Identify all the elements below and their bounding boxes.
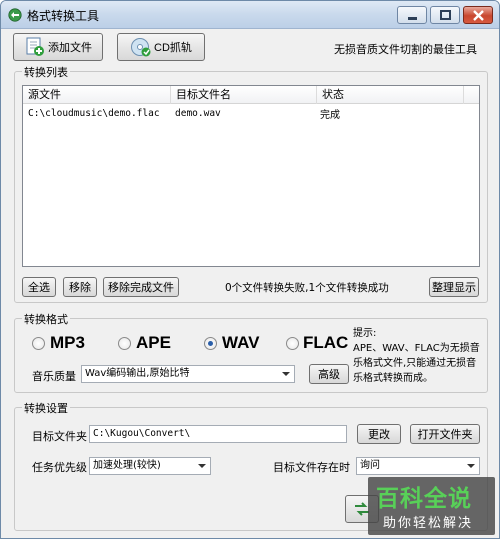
add-file-button[interactable]: 添加文件 bbox=[13, 33, 103, 61]
add-file-icon bbox=[26, 37, 44, 56]
cd-disc-icon bbox=[131, 38, 151, 57]
title-bar[interactable]: 格式转换工具 bbox=[1, 1, 499, 29]
quality-select[interactable]: Wav编码输出,原始比特 bbox=[81, 365, 295, 383]
open-folder-button[interactable]: 打开文件夹 bbox=[410, 424, 480, 444]
remove-completed-button[interactable]: 移除完成文件 bbox=[103, 277, 179, 297]
mp3-radio[interactable] bbox=[32, 337, 45, 350]
minimize-button[interactable] bbox=[397, 6, 427, 24]
cd-rip-button[interactable]: CD抓轨 bbox=[117, 33, 205, 61]
watermark-overlay: 百科全说 助你轻松解决 bbox=[368, 477, 495, 535]
watermark-sub-text: 助你轻松解决 bbox=[383, 516, 474, 531]
close-button[interactable] bbox=[463, 6, 493, 24]
wav-radio[interactable] bbox=[204, 337, 217, 350]
cd-rip-label: CD抓轨 bbox=[154, 42, 192, 54]
target-folder-label: 目标文件夹 bbox=[32, 430, 87, 443]
chevron-down-icon bbox=[198, 464, 206, 468]
change-folder-button[interactable]: 更改 bbox=[357, 424, 401, 444]
maximize-button[interactable] bbox=[430, 6, 460, 24]
watermark-main-text: 百科全说 bbox=[376, 486, 472, 512]
row-status: 完成 bbox=[320, 110, 340, 121]
ape-label: APE bbox=[136, 333, 171, 352]
file-exists-select-value: 询问 bbox=[360, 460, 380, 471]
row-source-file: C:\cloudmusic\demo.flac bbox=[28, 108, 160, 119]
priority-select-value: 加速处理(较快) bbox=[93, 460, 161, 471]
minimize-icon bbox=[408, 17, 417, 20]
tidy-display-button[interactable]: 整理显示 bbox=[429, 277, 479, 297]
format-converter-window: 格式转换工具 添加文件 CD抓轨 无损音质文件切割的最佳工具 转换列表 源文件 … bbox=[0, 0, 500, 539]
flac-radio[interactable] bbox=[286, 337, 299, 350]
app-logo-icon bbox=[8, 8, 22, 22]
window-title: 格式转换工具 bbox=[27, 9, 100, 23]
select-all-button[interactable]: 全选 bbox=[22, 277, 56, 297]
ape-radio[interactable] bbox=[118, 337, 131, 350]
settings-section-label: 转换设置 bbox=[22, 400, 70, 416]
priority-label: 任务优先级 bbox=[32, 461, 87, 474]
quality-label: 音乐质量 bbox=[32, 370, 76, 383]
format-section-label: 转换格式 bbox=[22, 311, 70, 327]
slogan-text: 无损音质文件切割的最佳工具 bbox=[334, 43, 477, 56]
remove-button[interactable]: 移除 bbox=[63, 277, 97, 297]
format-hint-text: 提示: APE、WAV、FLAC为无损音乐格式文件,只能通过无损音乐格式转换而成… bbox=[353, 328, 480, 384]
conversion-result-text: 0个文件转换失败,1个文件转换成功 bbox=[225, 282, 389, 294]
quality-select-value: Wav编码输出,原始比特 bbox=[85, 368, 190, 379]
conversion-list-view[interactable]: 源文件 目标文件名 状态 C:\cloudmusic\demo.flac dem… bbox=[22, 85, 480, 267]
row-target-file: demo.wav bbox=[175, 108, 221, 119]
file-exists-label: 目标文件存在时 bbox=[273, 461, 350, 474]
advanced-button[interactable]: 高级 bbox=[309, 364, 349, 384]
wav-label: WAV bbox=[222, 333, 260, 352]
chevron-down-icon bbox=[282, 372, 290, 376]
target-folder-field[interactable]: C:\Kugou\Convert\ bbox=[89, 425, 347, 443]
chevron-down-icon bbox=[467, 464, 475, 468]
close-icon bbox=[473, 10, 484, 21]
conversion-list-label: 转换列表 bbox=[22, 64, 70, 80]
add-file-label: 添加文件 bbox=[48, 42, 92, 54]
list-header: 源文件 目标文件名 状态 bbox=[23, 86, 479, 104]
column-header-target[interactable]: 目标文件名 bbox=[171, 86, 317, 104]
column-header-status[interactable]: 状态 bbox=[317, 86, 464, 104]
column-header-source[interactable]: 源文件 bbox=[23, 86, 171, 104]
priority-select[interactable]: 加速处理(较快) bbox=[89, 457, 211, 475]
maximize-icon bbox=[440, 10, 451, 20]
flac-label: FLAC bbox=[303, 333, 349, 352]
mp3-label: MP3 bbox=[50, 333, 85, 352]
file-exists-select[interactable]: 询问 bbox=[356, 457, 480, 475]
